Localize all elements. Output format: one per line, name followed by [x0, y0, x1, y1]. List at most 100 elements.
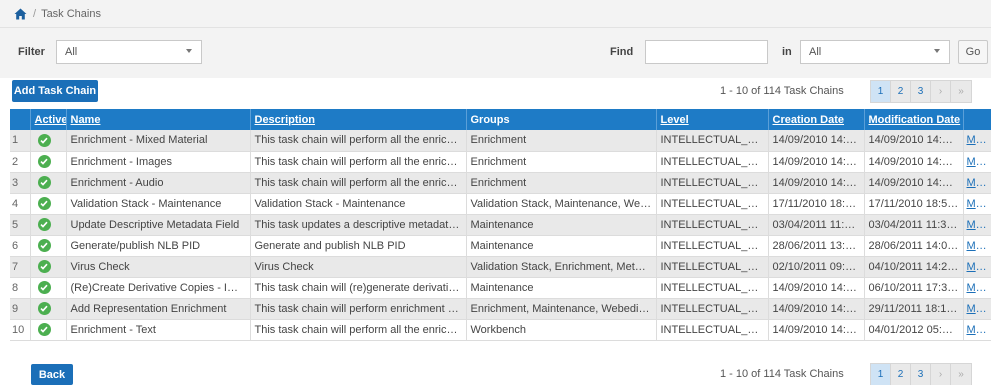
active-cell: [30, 151, 67, 173]
active-cell: [30, 277, 67, 299]
next-page-button[interactable]: ›: [931, 81, 951, 102]
creation-date-cell: 03/04/2011 11:36:02: [768, 214, 865, 236]
check-circle-icon: [37, 176, 51, 189]
table-row[interactable]: 10 Enrichment - Text This task chain will …: [10, 319, 991, 341]
column-header-modification-date[interactable]: Modification Date▲: [864, 109, 964, 130]
column-header-level[interactable]: Level: [656, 109, 769, 130]
name-cell: Enrichment - Text: [66, 319, 251, 341]
table-header-row: Active Name Description Groups Level Cre…: [10, 109, 991, 130]
modification-date-cell: 03/04/2011 11:38:42: [864, 214, 964, 236]
page-2[interactable]: 2: [891, 81, 911, 102]
pagination-bottom: 1 2 3 › »: [870, 363, 972, 385]
add-task-chain-button[interactable]: Add Task Chain: [12, 80, 98, 102]
active-cell: [30, 214, 67, 236]
active-cell: [30, 298, 67, 320]
go-button[interactable]: Go: [958, 40, 988, 64]
row-number: 4: [10, 193, 31, 215]
table-row[interactable]: 2 Enrichment - Images This task chain will…: [10, 151, 991, 173]
check-circle-icon: [37, 302, 51, 315]
description-cell: This task chain will perform all the enr…: [250, 151, 467, 173]
groups-cell: Maintenance: [466, 277, 657, 299]
more-link[interactable]: More: [963, 256, 991, 278]
active-cell: [30, 193, 67, 215]
check-circle-icon: [37, 281, 51, 294]
level-cell: INTELLECTUAL_ENTITY: [656, 319, 769, 341]
row-number: 6: [10, 235, 31, 257]
filter-select[interactable]: All: [56, 40, 202, 64]
description-cell: This task chain will perform all the enr…: [250, 130, 467, 152]
description-cell: This task chain will perform enrichment …: [250, 298, 467, 320]
description-cell: This task chain will (re)generate deriva…: [250, 277, 467, 299]
next-page-button[interactable]: ›: [931, 364, 951, 385]
row-number: 9: [10, 298, 31, 320]
chevron-down-icon: [186, 49, 192, 53]
table-row[interactable]: 9 Add Representation Enrichment This task …: [10, 298, 991, 320]
more-link[interactable]: More: [963, 235, 991, 257]
column-header-active[interactable]: Active: [30, 109, 67, 130]
active-cell: [30, 130, 67, 152]
column-header-description[interactable]: Description: [250, 109, 467, 130]
modification-date-cell: 14/09/2010 14:30:21: [864, 172, 964, 194]
row-number: 8: [10, 277, 31, 299]
modification-date-cell: 14/09/2010 14:30:21: [864, 151, 964, 173]
breadcrumb: / Task Chains: [0, 0, 991, 28]
filter-label: Filter: [18, 46, 45, 58]
more-link[interactable]: More: [963, 319, 991, 341]
find-in-select[interactable]: All: [800, 40, 950, 64]
table-row[interactable]: 1 Enrichment - Mixed Material This task ch…: [10, 130, 991, 152]
page-3[interactable]: 3: [911, 364, 931, 385]
find-input[interactable]: [645, 40, 768, 64]
more-link[interactable]: More: [963, 172, 991, 194]
modification-date-cell: 14/09/2010 14:30:21: [864, 130, 964, 152]
table-row[interactable]: 7 Virus Check Virus Check Validation Stack,…: [10, 256, 991, 278]
table-row[interactable]: 8 (Re)Create Derivative Copies - Images Th…: [10, 277, 991, 299]
modification-date-cell: 29/11/2011 18:12:59: [864, 298, 964, 320]
more-link[interactable]: More: [963, 298, 991, 320]
groups-cell: Validation Stack, Maintenance, Webedit..…: [466, 193, 657, 215]
level-cell: INTELLECTUAL_ENTITY: [656, 277, 769, 299]
more-link[interactable]: More: [963, 130, 991, 152]
level-cell: INTELLECTUAL_ENTITY: [656, 193, 769, 215]
page-1[interactable]: 1: [871, 364, 891, 385]
breadcrumb-separator: /: [33, 7, 37, 20]
home-icon[interactable]: [14, 8, 27, 20]
column-header-name[interactable]: Name: [66, 109, 251, 130]
groups-cell: Enrichment: [466, 151, 657, 173]
groups-cell: Maintenance: [466, 214, 657, 236]
level-cell: INTELLECTUAL_ENTITY: [656, 130, 769, 152]
modification-date-cell: 04/10/2011 14:25:38: [864, 256, 964, 278]
pagination: 1 2 3 › »: [870, 80, 972, 103]
name-cell: Update Descriptive Metadata Field: [66, 214, 251, 236]
table-row[interactable]: 3 Enrichment - Audio This task chain will …: [10, 172, 991, 194]
description-cell: Validation Stack - Maintenance: [250, 193, 467, 215]
page-2[interactable]: 2: [891, 364, 911, 385]
row-number: 1: [10, 130, 31, 152]
more-link[interactable]: More: [963, 214, 991, 236]
creation-date-cell: 14/09/2010 14:30:21: [768, 319, 865, 341]
name-cell: Enrichment - Audio: [66, 172, 251, 194]
groups-cell: Maintenance: [466, 235, 657, 257]
last-page-button[interactable]: »: [951, 364, 971, 385]
table-row[interactable]: 6 Generate/publish NLB PID Generate and pu…: [10, 235, 991, 257]
more-link[interactable]: More: [963, 193, 991, 215]
column-header-creation-date[interactable]: Creation Date: [768, 109, 865, 130]
table-row[interactable]: 4 Validation Stack - Maintenance Validatio…: [10, 193, 991, 215]
name-cell: Virus Check: [66, 256, 251, 278]
breadcrumb-current: Task Chains: [41, 7, 101, 20]
last-page-button[interactable]: »: [951, 81, 971, 102]
check-circle-icon: [37, 218, 51, 231]
description-cell: This task chain will perform all the enr…: [250, 319, 467, 341]
check-circle-icon: [37, 197, 51, 210]
more-link[interactable]: More: [963, 151, 991, 173]
pagination-summary-bottom: 1 - 10 of 114 Task Chains: [720, 368, 844, 380]
modification-date-cell: 04/01/2012 05:16:14: [864, 319, 964, 341]
page-1[interactable]: 1: [871, 81, 891, 102]
more-link[interactable]: More: [963, 277, 991, 299]
level-cell: INTELLECTUAL_ENTITY: [656, 298, 769, 320]
page-3[interactable]: 3: [911, 81, 931, 102]
filter-select-value: All: [65, 46, 78, 58]
row-number: 2: [10, 151, 31, 173]
back-button[interactable]: Back: [31, 364, 73, 385]
table-row[interactable]: 5 Update Descriptive Metadata Field This t…: [10, 214, 991, 236]
level-cell: INTELLECTUAL_ENTITY: [656, 256, 769, 278]
